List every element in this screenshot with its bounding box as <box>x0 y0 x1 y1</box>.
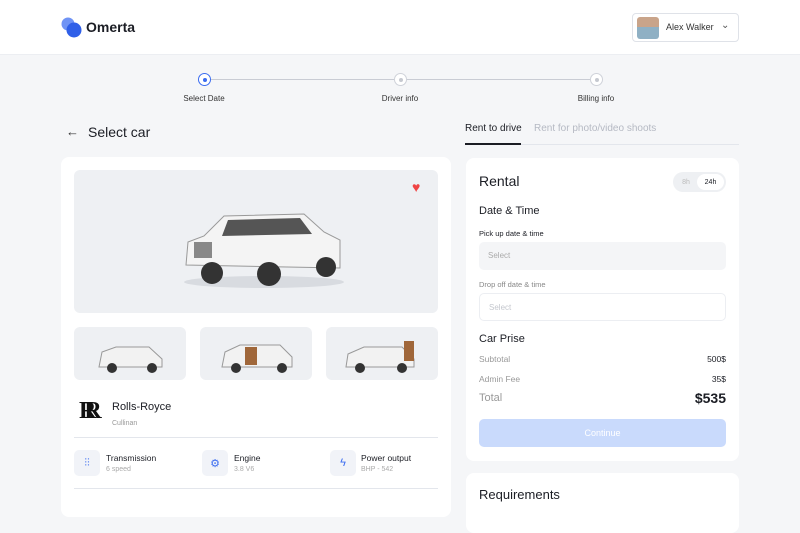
step-dot-select-date[interactable] <box>198 73 211 86</box>
duration-toggle: 8h 24h <box>673 172 726 192</box>
top-bar: Omerta Alex Walker ⌄ <box>0 0 800 55</box>
user-menu[interactable]: Alex Walker ⌄ <box>632 13 739 42</box>
thumbnail-2[interactable] <box>200 327 312 380</box>
car-brand: Rolls-Royce <box>112 401 172 413</box>
chevron-down-icon: ⌄ <box>721 20 730 31</box>
continue-button[interactable]: Continue <box>479 419 726 447</box>
spec-value: BHP - 542 <box>361 466 394 473</box>
step-dot-driver-info[interactable] <box>394 73 407 86</box>
stepper-line <box>211 79 394 80</box>
fee-value: 35$ <box>711 374 726 384</box>
step-label: Billing info <box>577 94 615 103</box>
total-value: $535 <box>694 390 726 406</box>
toggle-24h[interactable]: 24h <box>697 174 724 190</box>
spec-title: Transmission <box>106 453 157 463</box>
tab-indicator <box>465 143 521 145</box>
spec-title: Power output <box>361 453 412 463</box>
tab-rent-to-drive[interactable]: Rent to drive <box>465 123 522 134</box>
omerta-logo-icon <box>61 17 82 38</box>
pickup-input[interactable]: Select <box>479 242 726 270</box>
brand-name: Omerta <box>86 19 136 35</box>
total-label: Total <box>479 392 503 404</box>
toggle-8h[interactable]: 8h <box>675 174 697 190</box>
subtotal-value: 500$ <box>707 354 726 364</box>
step-label: Select Date <box>183 94 225 103</box>
favorite-heart-icon[interactable]: ♥ <box>412 179 420 195</box>
thumbnail-1[interactable] <box>74 327 186 380</box>
divider <box>74 437 438 438</box>
pickup-label: Pick up date & time <box>479 229 544 238</box>
spec-title: Engine <box>234 453 261 463</box>
car-model: Cullinan <box>112 420 138 427</box>
dropoff-label: Drop off date & time <box>479 280 546 289</box>
engine-icon: ⚙ <box>202 450 228 476</box>
subtotal-label: Subtotal <box>479 354 511 364</box>
rental-title: Rental <box>479 173 520 189</box>
price-heading: Car Prise <box>479 333 525 345</box>
fee-label: Admin Fee <box>479 374 521 384</box>
tab-rent-for-shoots[interactable]: Rent for photo/video shoots <box>534 123 656 134</box>
user-name: Alex Walker <box>666 22 714 32</box>
gear-shift-icon: ⫶⫶ <box>74 450 100 476</box>
requirements-card <box>466 473 739 533</box>
step-dot-billing-info[interactable] <box>590 73 603 86</box>
dropoff-input[interactable]: Select <box>479 293 726 321</box>
date-time-heading: Date & Time <box>479 205 540 217</box>
lightning-icon: ϟ <box>330 450 356 476</box>
avatar <box>637 17 659 39</box>
rolls-royce-logo: R R <box>79 398 101 424</box>
divider <box>74 488 438 489</box>
step-label: Driver info <box>381 94 419 103</box>
spec-value: 3.8 V6 <box>234 466 255 473</box>
page-title: Select car <box>88 124 151 140</box>
back-arrow-icon[interactable]: ← <box>66 124 79 139</box>
thumbnail-3[interactable] <box>326 327 438 380</box>
stepper-line <box>407 79 590 80</box>
spec-value: 6 speed <box>106 466 131 473</box>
main-car-image <box>74 170 438 313</box>
